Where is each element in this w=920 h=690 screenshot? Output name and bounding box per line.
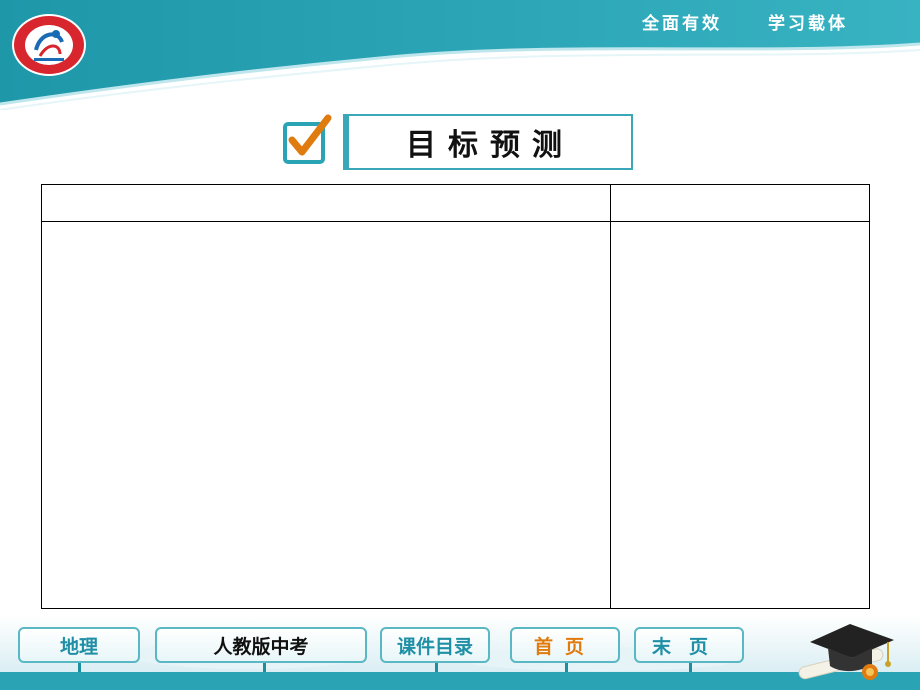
first-page-button[interactable]: 首页 (510, 627, 620, 673)
edition-label: 人教版中考 (213, 635, 309, 658)
bottom-strip (0, 672, 920, 690)
last-page-button[interactable]: 末页 (634, 627, 744, 673)
edition-button[interactable]: 人教版中考 (155, 627, 367, 673)
slogan-left: 全面有效 (642, 14, 722, 34)
slogan-right: 学习载体 (768, 14, 848, 34)
title-box: 目标预测 (343, 114, 633, 170)
table-body-cell-1 (42, 222, 610, 608)
checkbox-checked-icon (283, 114, 332, 164)
first-page-label: 首页 (533, 635, 596, 658)
subject-label: 地理 (59, 635, 98, 658)
subject-button[interactable]: 地理 (18, 627, 140, 673)
quanxiao-logo (10, 12, 88, 78)
section-title: 目标预测 (282, 114, 634, 172)
graduation-cap-icon (798, 624, 894, 680)
toc-button[interactable]: 课件目录 (380, 627, 490, 673)
last-page-label: 末页 (651, 635, 726, 658)
table-header-cell-1 (42, 185, 610, 221)
toc-label: 课件目录 (396, 635, 473, 658)
page-title: 目标预测 (406, 128, 574, 163)
target-table (41, 184, 870, 609)
table-header-cell-2 (611, 185, 869, 221)
header-band: 全面有效 学习载体 (0, 0, 920, 110)
table-body-cell-2 (611, 222, 869, 608)
